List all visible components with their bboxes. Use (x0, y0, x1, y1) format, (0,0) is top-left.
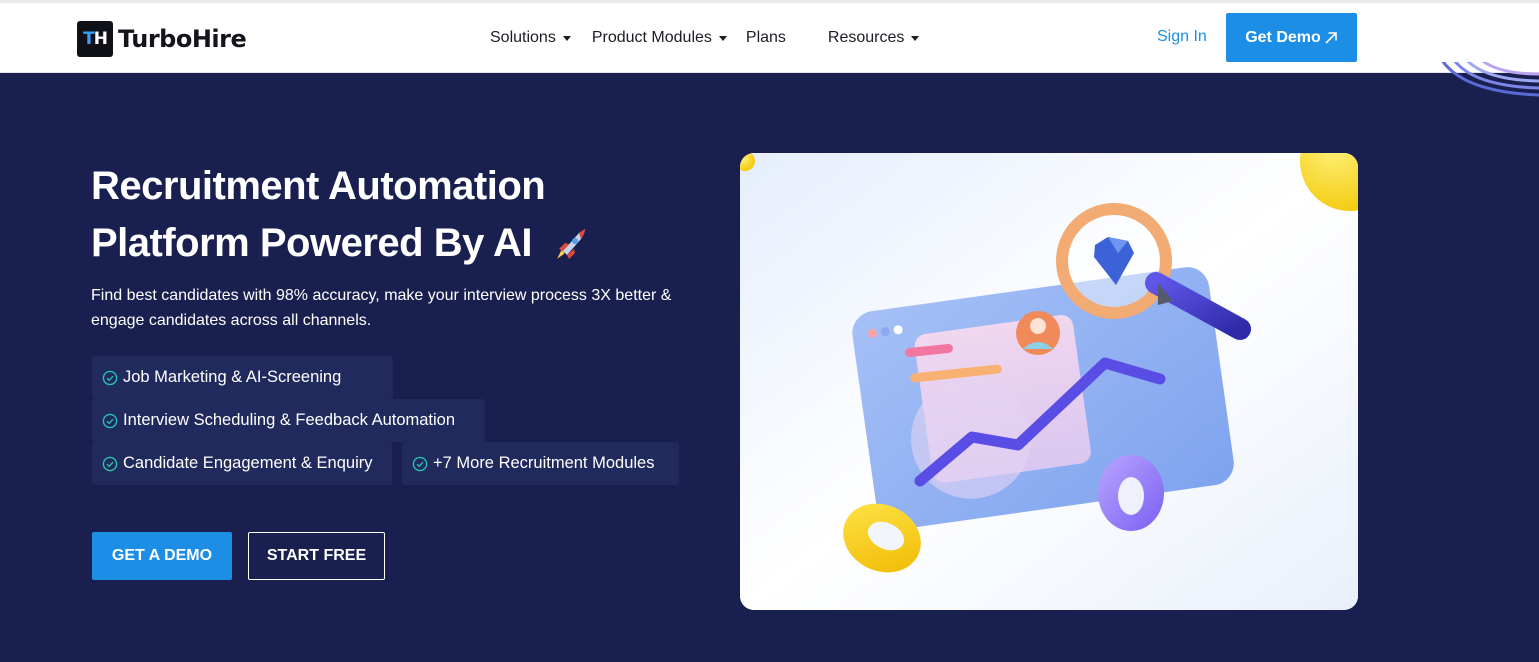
feature-label: Candidate Engagement & Enquiry (123, 454, 373, 472)
nav-solutions-label: Solutions (490, 29, 556, 46)
feature-candidate-engagement: Candidate Engagement & Enquiry (92, 442, 392, 485)
nav-product-modules-label: Product Modules (591, 29, 712, 46)
feature-interview-scheduling: Interview Scheduling & Feedback Automati… (92, 399, 485, 442)
hero-title-line1: Recruitment Automation (91, 164, 546, 208)
hero-title-line2: Platform Powered By AI (91, 221, 532, 265)
check-circle-icon (102, 413, 118, 428)
get-a-demo-button[interactable]: GET A DEMO (92, 532, 232, 580)
feature-label: +7 More Recruitment Modules (433, 454, 655, 472)
logo-mark: TH (77, 21, 113, 57)
chevron-down-icon (562, 35, 571, 41)
hero-subtitle: Find best candidates with 98% accuracy, … (91, 287, 672, 329)
logo-mark-h: H (93, 29, 108, 49)
chevron-down-icon (718, 35, 727, 41)
check-circle-icon (102, 456, 118, 471)
chevron-down-icon (911, 35, 920, 41)
nav-plans-label: Plans (745, 29, 786, 46)
illustration-graphic (740, 153, 1358, 610)
nav-plans[interactable]: Plans (746, 29, 786, 47)
nav-product-modules[interactable]: Product Modules (592, 29, 727, 47)
check-circle-icon (412, 456, 428, 471)
nav-resources-label: Resources (827, 29, 905, 46)
arrow-up-right-icon (1325, 31, 1337, 44)
sign-in-link[interactable]: Sign In (1157, 28, 1207, 46)
feature-more-modules: +7 More Recruitment Modules (402, 442, 679, 485)
get-demo-label: Get Demo (1245, 28, 1321, 46)
start-free-button[interactable]: START FREE (248, 532, 385, 580)
decorative-swirl (1441, 62, 1539, 97)
feature-label: Job Marketing & AI-Screening (123, 368, 342, 386)
feature-label: Interview Scheduling & Feedback Automati… (123, 411, 456, 429)
main-nav: Solutions Product Modules Plans Resource… (490, 3, 920, 73)
nav-resources[interactable]: Resources (827, 29, 920, 47)
check-circle-icon (102, 370, 118, 385)
hero-title: Recruitment Automation Platform Powered … (91, 158, 711, 272)
turbohire-logo[interactable]: TH TurboHire (77, 21, 247, 57)
get-demo-button[interactable]: Get Demo (1226, 13, 1357, 62)
navbar: TH TurboHire Solutions Product Modules P… (0, 3, 1539, 73)
hero-illustration (740, 153, 1358, 610)
feature-job-marketing: Job Marketing & AI-Screening (92, 356, 393, 399)
logo-text: TurboHire (118, 25, 247, 53)
logo-mark-t: T (83, 29, 95, 49)
nav-solutions[interactable]: Solutions (490, 29, 571, 47)
rocket-icon (556, 229, 585, 260)
